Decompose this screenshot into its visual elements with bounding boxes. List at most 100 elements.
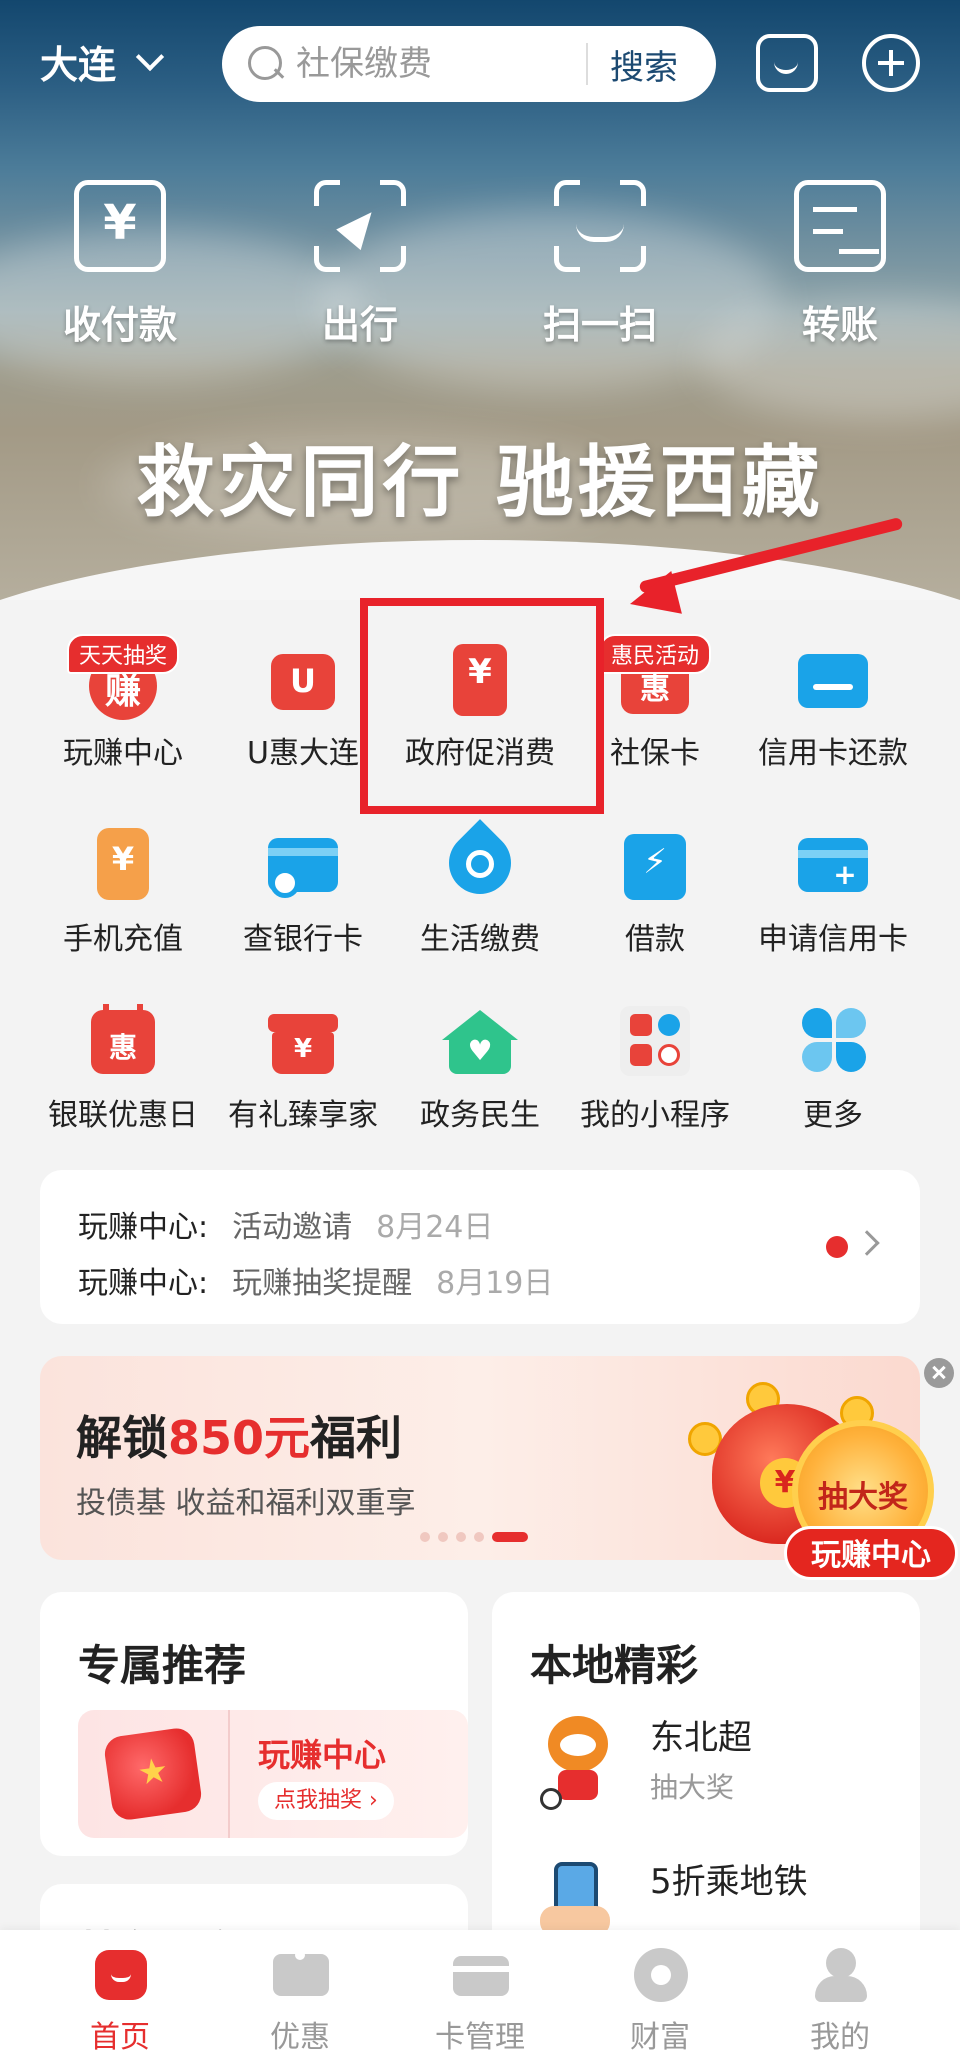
local-item-name: 东北超	[650, 1718, 752, 1758]
bank-card-icon	[266, 826, 340, 900]
service-label: 手机充值	[63, 922, 183, 957]
bottom-tab-bar: 首页 优惠 卡管理 财富 我的	[0, 1930, 960, 2068]
service-more[interactable]: 更多	[743, 1002, 923, 1134]
unread-dot	[826, 1236, 848, 1258]
tab-label: 优惠	[270, 2020, 330, 2055]
notice-text: 活动邀请	[232, 1210, 353, 1245]
tab-label: 卡管理	[435, 2020, 525, 2055]
quick-action-transfer[interactable]: 转账	[750, 180, 930, 349]
local-item-name: 5折乘地铁	[650, 1862, 808, 1902]
service-gov-affairs[interactable]: ♥ 政务民生	[390, 1002, 570, 1134]
service-loan[interactable]: ⚡ 借款	[565, 826, 745, 958]
tab-cards[interactable]: 卡管理	[390, 1948, 570, 2056]
notice-date: 8月24日	[376, 1210, 494, 1245]
tab-mine[interactable]: 我的	[750, 1948, 930, 2056]
local-item-sub: 抽大奖	[650, 1771, 735, 1804]
pay-receive-icon: ¥	[74, 180, 166, 272]
quick-action-scan[interactable]: 扫一扫	[510, 180, 690, 349]
search-button[interactable]: 搜索	[610, 40, 678, 89]
hero-banner[interactable]: 大连 搜索 ¥ 收付款 出行 扫一扫 转账 救灾同行 驰援西藏	[0, 0, 960, 600]
search-icon	[248, 46, 284, 82]
notice-text: 玩赚抽奖提醒	[232, 1266, 413, 1301]
service-mini-programs[interactable]: 我的小程序	[565, 1002, 745, 1134]
search-divider	[586, 43, 588, 85]
banner-title: 救灾同行 驰援西藏	[136, 438, 824, 528]
recommend-card[interactable]: 专属推荐 玩赚中心 点我抽奖 ›	[40, 1592, 468, 1856]
recommend-item[interactable]: 玩赚中心 点我抽奖 ›	[78, 1710, 468, 1838]
promo-suffix: 福利	[310, 1411, 403, 1465]
service-label: 信用卡还款	[758, 736, 908, 771]
service-label: 借款	[625, 922, 685, 957]
search-bar[interactable]: 搜索	[222, 26, 716, 102]
local-title: 本地精彩	[530, 1641, 699, 1690]
quick-action-label: 出行	[321, 303, 398, 347]
service-bank-card[interactable]: 查银行卡	[213, 826, 393, 958]
service-credit-repay[interactable]: 信用卡还款	[743, 640, 923, 772]
add-icon[interactable]	[862, 34, 920, 92]
service-label: 政务民生	[420, 1098, 540, 1133]
house-heart-icon: ♥	[442, 1002, 518, 1076]
chevron-right-icon	[854, 1230, 880, 1256]
notice-card[interactable]: 玩赚中心: 活动邀请 8月24日 玩赚中心: 玩赚抽奖提醒 8月19日	[40, 1170, 920, 1324]
tab-wealth[interactable]: 财富	[570, 1948, 750, 2056]
mini-program-icon	[618, 1002, 692, 1076]
service-label: 生活缴费	[420, 922, 540, 957]
transfer-icon	[794, 180, 886, 272]
home-icon	[91, 1948, 149, 2002]
notice-source: 玩赚中心:	[78, 1266, 209, 1301]
loan-icon: ⚡	[618, 826, 692, 900]
quick-action-pay[interactable]: ¥ 收付款	[30, 180, 210, 349]
promo-subtitle: 投债基 收益和福利双重享	[76, 1486, 416, 1521]
quick-action-label: 扫一扫	[542, 303, 657, 347]
service-label: 我的小程序	[580, 1098, 730, 1133]
service-label: 申请信用卡	[758, 922, 908, 957]
tab-home[interactable]: 首页	[30, 1948, 210, 2056]
service-label: 更多	[803, 1098, 863, 1133]
chevron-down-icon	[135, 42, 165, 71]
prize-label: 抽大奖	[818, 1480, 908, 1515]
quick-action-label: 收付款	[62, 303, 177, 347]
coin-icon	[631, 1948, 689, 2002]
search-input[interactable]	[296, 44, 576, 84]
card-icon	[451, 1948, 509, 2002]
service-label: 查银行卡	[243, 922, 363, 957]
city-selector[interactable]: 大连	[40, 34, 165, 89]
draw-button[interactable]: 点我抽奖 ›	[258, 1782, 394, 1820]
ticket-icon	[271, 1948, 329, 2002]
service-gift-home[interactable]: ¥ 有礼臻享家	[213, 1002, 393, 1134]
tab-label: 财富	[630, 2020, 690, 2055]
service-label: 有礼臻享家	[228, 1098, 378, 1133]
service-utility[interactable]: 生活缴费	[390, 819, 570, 958]
service-apply-card[interactable]: + 申请信用卡	[743, 826, 923, 958]
recommend-item-name: 玩赚中心	[258, 1736, 387, 1774]
tiger-mascot-icon	[530, 1710, 630, 1810]
earn-center-tag[interactable]: 玩赚中心	[784, 1526, 958, 1580]
gift-icon: ¥	[266, 1002, 340, 1076]
tab-label: 首页	[90, 2020, 150, 2055]
badge-earn-center: 天天抽奖	[66, 634, 180, 674]
tab-label: 我的	[810, 2020, 870, 2055]
promo-headline: 解锁850元福利	[76, 1402, 402, 1468]
service-unionpay-day[interactable]: 惠 银联优惠日	[33, 1002, 213, 1134]
utility-drop-icon	[436, 819, 524, 907]
phone-topup-icon: ¥	[86, 826, 160, 900]
u-hui-icon: U	[266, 640, 340, 714]
promo-amount: 850元	[168, 1411, 311, 1465]
carousel-dots	[420, 1532, 536, 1542]
gift-box-icon	[102, 1726, 204, 1822]
notice-row: 玩赚中心: 玩赚抽奖提醒 8月19日	[78, 1258, 553, 1302]
service-label: 玩赚中心	[63, 736, 183, 771]
service-phone-topup[interactable]: ¥ 手机充值	[33, 826, 213, 958]
tab-offers[interactable]: 优惠	[210, 1948, 390, 2056]
notice-row: 玩赚中心: 活动邀请 8月24日	[78, 1202, 493, 1246]
city-name: 大连	[40, 43, 117, 87]
calendar-icon: 惠	[86, 1002, 160, 1076]
message-icon[interactable]	[756, 34, 818, 92]
service-earn-center[interactable]: 赚 天天抽奖 玩赚中心	[33, 634, 213, 772]
notice-source: 玩赚中心:	[78, 1210, 209, 1245]
close-icon[interactable]	[924, 1358, 954, 1388]
scan-icon	[554, 180, 646, 272]
promo-banner[interactable]: 解锁850元福利 投债基 收益和福利双重享 ¥	[40, 1356, 920, 1560]
quick-action-label: 转账	[801, 303, 878, 347]
quick-action-travel[interactable]: 出行	[270, 180, 450, 349]
